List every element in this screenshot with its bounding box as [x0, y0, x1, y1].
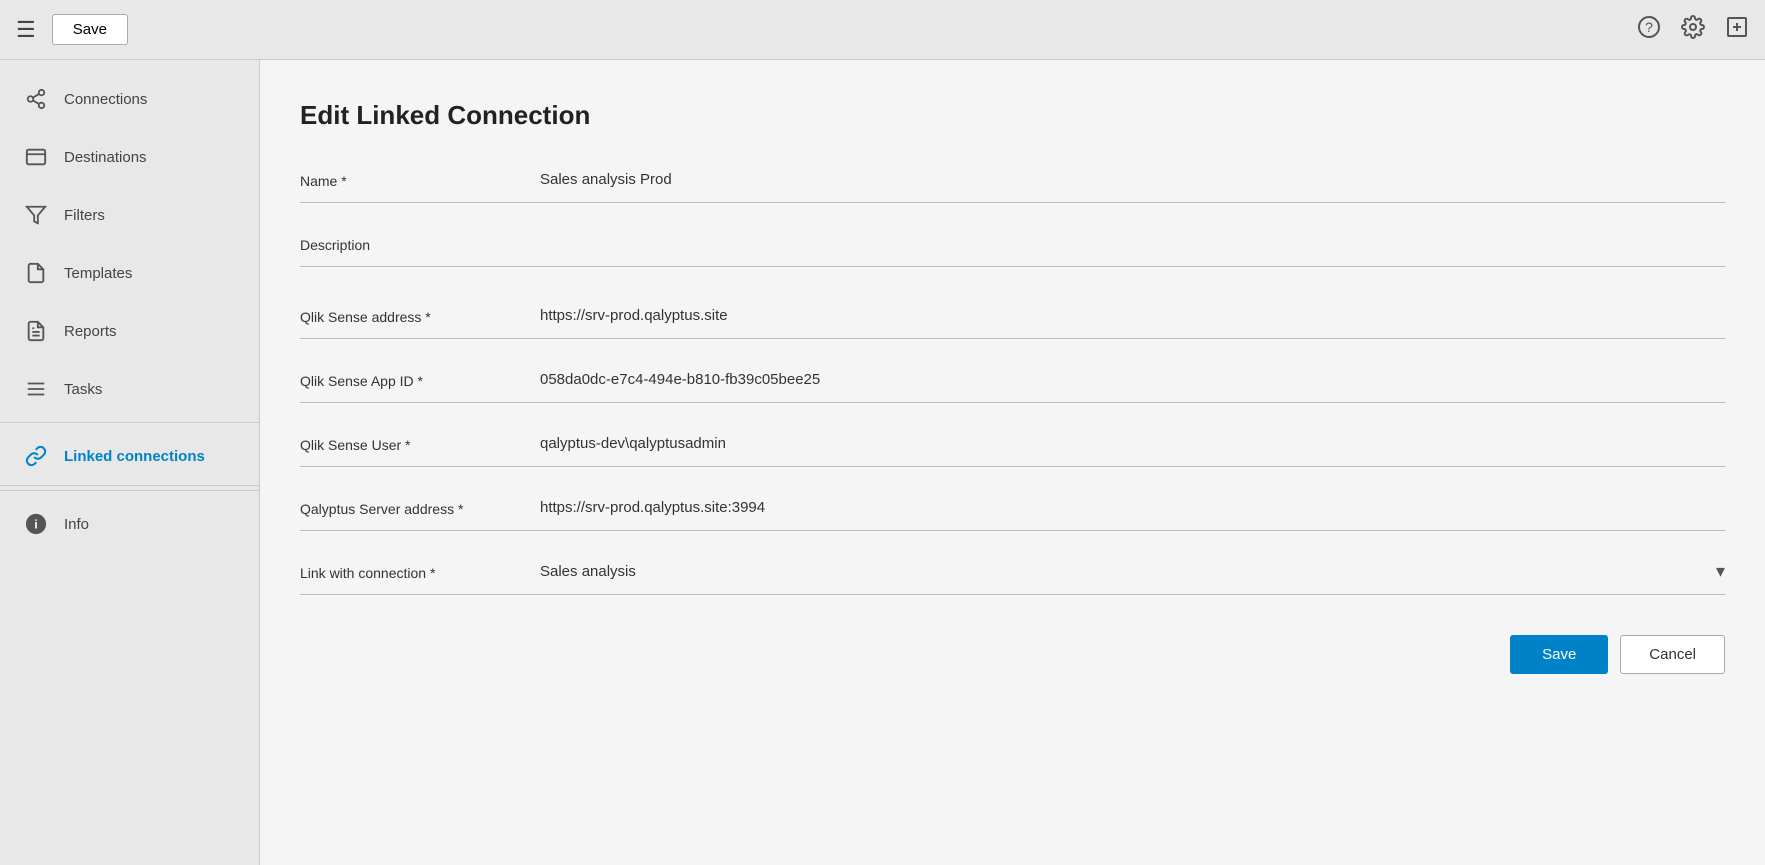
description-field-row: Description — [300, 231, 1725, 267]
topbar: ☰ Save ? — [0, 0, 1765, 60]
sidebar-label-reports: Reports — [64, 323, 117, 340]
qlik-sense-address-label: Qlik Sense address * — [300, 303, 540, 325]
sidebar-item-filters[interactable]: Filters — [0, 186, 259, 244]
sidebar-item-destinations[interactable]: Destinations — [0, 128, 259, 186]
filters-icon — [24, 204, 48, 226]
sidebar-divider-2 — [0, 490, 259, 491]
qlik-sense-app-id-input-wrapper — [540, 367, 1725, 392]
sidebar-label-connections: Connections — [64, 91, 147, 108]
name-field-row: Name * — [300, 167, 1725, 203]
name-input[interactable] — [540, 167, 1725, 192]
connections-icon — [24, 88, 48, 110]
qlik-sense-user-row: Qlik Sense User * — [300, 431, 1725, 467]
help-icon[interactable]: ? — [1637, 15, 1661, 45]
qlik-sense-address-row: Qlik Sense address * — [300, 303, 1725, 339]
qlik-sense-user-input-wrapper — [540, 431, 1725, 456]
link-with-connection-select[interactable]: Sales analysis — [540, 559, 1725, 584]
qlik-sense-app-id-input[interactable] — [540, 367, 1725, 392]
qlik-sense-app-id-row: Qlik Sense App ID * — [300, 367, 1725, 403]
description-label: Description — [300, 231, 540, 253]
sidebar-item-reports[interactable]: Reports — [0, 302, 259, 360]
save-top-button[interactable]: Save — [52, 14, 128, 45]
linked-connections-icon — [24, 445, 48, 467]
sidebar-label-templates: Templates — [64, 265, 132, 282]
sidebar: Connections Destinations Filters Templat… — [0, 60, 260, 865]
qlik-sense-address-input-wrapper — [540, 303, 1725, 328]
cancel-button[interactable]: Cancel — [1620, 635, 1725, 674]
qalyptus-server-input-wrapper — [540, 495, 1725, 520]
settings-icon[interactable] — [1681, 15, 1705, 45]
templates-icon — [24, 262, 48, 284]
qlik-sense-address-input[interactable] — [540, 303, 1725, 328]
sidebar-label-linked-connections: Linked connections — [64, 448, 205, 465]
main-content: Edit Linked Connection Name * Descriptio… — [260, 60, 1765, 865]
sidebar-label-destinations: Destinations — [64, 149, 147, 166]
description-input[interactable] — [540, 231, 1725, 256]
link-with-connection-row: Link with connection * Sales analysis ▾ — [300, 559, 1725, 595]
add-window-icon[interactable] — [1725, 15, 1749, 45]
sidebar-item-info[interactable]: i Info — [0, 495, 259, 553]
name-label: Name * — [300, 167, 540, 189]
description-input-wrapper — [540, 231, 1725, 256]
name-input-wrapper — [540, 167, 1725, 192]
tasks-icon — [24, 378, 48, 400]
qlik-sense-app-id-label: Qlik Sense App ID * — [300, 367, 540, 389]
page-title: Edit Linked Connection — [300, 100, 1725, 131]
form-actions: Save Cancel — [300, 635, 1725, 674]
qlik-sense-user-label: Qlik Sense User * — [300, 431, 540, 453]
layout: Connections Destinations Filters Templat… — [0, 60, 1765, 865]
destinations-icon — [24, 146, 48, 168]
qalyptus-server-label: Qalyptus Server address * — [300, 495, 540, 517]
sidebar-divider — [0, 422, 259, 423]
svg-text:i: i — [34, 518, 37, 532]
sidebar-label-filters: Filters — [64, 207, 105, 224]
svg-text:?: ? — [1645, 19, 1653, 35]
qlik-sense-user-input[interactable] — [540, 431, 1725, 456]
hamburger-icon[interactable]: ☰ — [16, 17, 36, 43]
link-with-connection-dropdown-wrapper: Sales analysis ▾ — [540, 559, 1725, 584]
info-icon: i — [24, 513, 48, 535]
sidebar-item-templates[interactable]: Templates — [0, 244, 259, 302]
save-button[interactable]: Save — [1510, 635, 1608, 674]
qalyptus-server-row: Qalyptus Server address * — [300, 495, 1725, 531]
sidebar-label-info: Info — [64, 516, 89, 533]
sidebar-label-tasks: Tasks — [64, 381, 102, 398]
link-with-connection-label: Link with connection * — [300, 559, 540, 581]
sidebar-item-tasks[interactable]: Tasks — [0, 360, 259, 418]
reports-icon — [24, 320, 48, 342]
qalyptus-server-input[interactable] — [540, 495, 1725, 520]
sidebar-item-connections[interactable]: Connections — [0, 70, 259, 128]
sidebar-item-linked-connections[interactable]: Linked connections — [0, 427, 259, 486]
